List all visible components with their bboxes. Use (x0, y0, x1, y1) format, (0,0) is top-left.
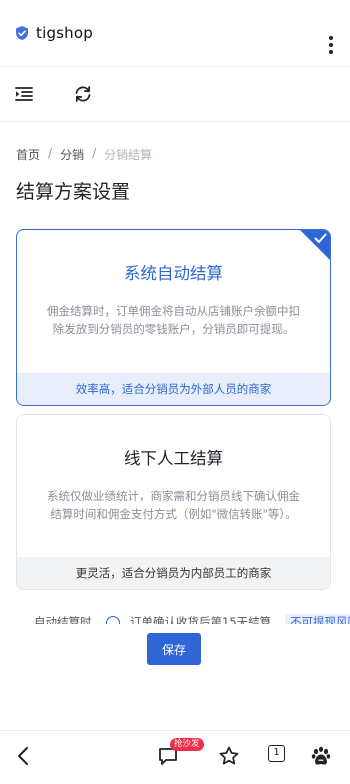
star-icon[interactable] (218, 745, 240, 767)
bottom-nav: 抢沙发 (0, 730, 350, 784)
hot-badge: 抢沙发 (170, 738, 204, 751)
option-title: 系统自动结算 (124, 264, 223, 283)
option-description: 佣金结算时，订单佣金将自动从店铺账户余额中扣除发放到分销员的零钱账户，分销员即可… (47, 304, 300, 336)
settlement-option-auto[interactable]: 系统自动结算 佣金结算时，订单佣金将自动从店铺账户余额中扣除发放到分销员的零钱账… (16, 229, 331, 406)
settlement-option-manual[interactable]: 线下人工结算 系统仅做业绩统计，商家需和分销员线下确认佣金结算时间和佣金支付方式… (16, 414, 331, 590)
page-title: 结算方案设置 (16, 181, 131, 203)
option-description: 系统仅做业绩统计，商家需和分销员线下确认佣金结算时间和佣金支付方式（例如"微信转… (47, 489, 300, 521)
refresh-icon[interactable] (72, 83, 94, 105)
auto-settle-tag: 不可提现风险 (285, 614, 350, 624)
option-title: 线下人工结算 (124, 449, 223, 468)
kebab-menu-icon[interactable] (328, 36, 334, 54)
breadcrumb-separator: / (92, 146, 97, 160)
option-footer: 更灵活，适合分销员为内部员工的商家 (17, 557, 330, 589)
breadcrumb-current: 分销结算 (104, 148, 153, 162)
save-button[interactable]: 保存 (147, 633, 201, 665)
paw-icon[interactable] (310, 745, 332, 767)
breadcrumb: 首页 / 分销 / 分销结算 (16, 146, 152, 163)
breadcrumb-section[interactable]: 分销 (60, 146, 84, 163)
shield-check-icon (16, 26, 28, 40)
auto-settle-row: 自动结算时 订单确认收货后第15天結算 不可提现风险 (0, 612, 350, 624)
menu-indent-icon[interactable] (13, 83, 35, 105)
toolbar (0, 66, 350, 122)
brand-name: tigshop (36, 24, 93, 42)
back-arrow-icon[interactable] (13, 745, 35, 767)
check-icon (300, 230, 330, 260)
option-footer: 效率高，适合分销员为外部人员的商家 (17, 373, 330, 405)
auto-settle-label: 自动结算时 (34, 615, 92, 624)
auto-settle-text: 订单确认收货后第15天結算 (130, 615, 272, 624)
auto-settle-radio[interactable] (106, 616, 120, 624)
brand[interactable]: tigshop (14, 24, 93, 42)
breadcrumb-separator: / (48, 146, 53, 160)
tabs-icon[interactable]: 1 (268, 745, 285, 762)
app-header: tigshop (0, 0, 350, 66)
breadcrumb-home[interactable]: 首页 (16, 146, 40, 163)
